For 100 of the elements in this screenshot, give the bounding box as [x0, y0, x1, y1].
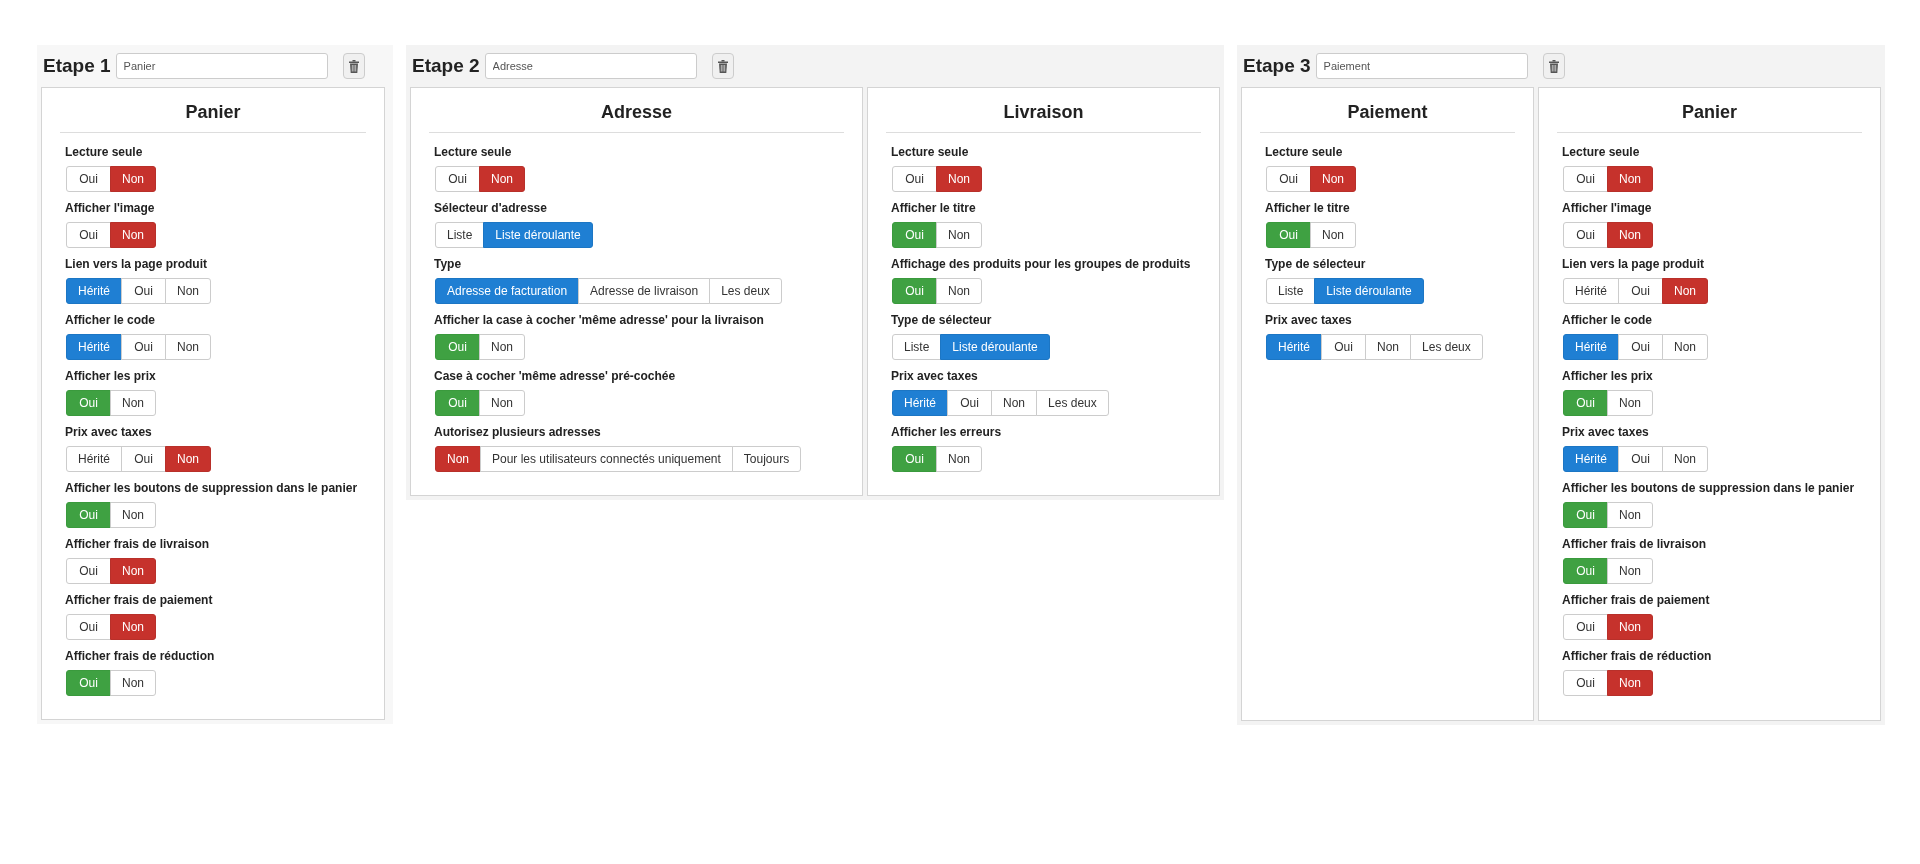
option-button[interactable]: Hérité	[892, 390, 948, 416]
step-label: Etape 1	[43, 55, 111, 77]
option-button[interactable]: Oui	[66, 166, 111, 192]
option-button[interactable]: Non	[110, 502, 156, 528]
setting-label: Type de sélecteur	[1265, 257, 1367, 272]
option-button[interactable]: Non	[435, 446, 481, 472]
option-button[interactable]: Oui	[121, 446, 166, 472]
option-button[interactable]: Non	[1662, 446, 1709, 472]
option-button[interactable]: Non	[1607, 166, 1653, 192]
setting-label: Afficher les boutons de suppression dans le panier	[1562, 481, 1856, 496]
option-button[interactable]: Non	[1607, 502, 1653, 528]
option-button[interactable]: Non	[1310, 222, 1356, 248]
option-button[interactable]: Oui	[1563, 222, 1608, 248]
option-button[interactable]: Non	[1607, 670, 1653, 696]
option-button[interactable]: Hérité	[1563, 446, 1619, 472]
delete-button[interactable]	[1542, 53, 1565, 79]
option-button[interactable]: Oui	[947, 390, 992, 416]
option-button[interactable]: Non	[936, 446, 982, 472]
option-button[interactable]: Non	[936, 222, 982, 248]
setting-label: Afficher les prix	[1562, 369, 1654, 384]
option-button[interactable]: Hérité	[1563, 334, 1619, 360]
option-button[interactable]: Oui	[892, 166, 937, 192]
setting-label: Afficher les boutons de suppression dans le panier	[65, 481, 359, 496]
option-button[interactable]: Oui	[1618, 334, 1663, 360]
setting-label: Lecture seule	[65, 145, 144, 160]
option-button[interactable]: Adresse de livraison	[578, 278, 711, 304]
option-button[interactable]: Oui	[121, 278, 166, 304]
option-button[interactable]: Adresse de facturation	[435, 278, 580, 304]
card-title: Paiement	[1346, 101, 1429, 124]
option-button[interactable]: Non	[479, 334, 525, 360]
option-button[interactable]: Non	[165, 446, 212, 472]
option-button[interactable]: Liste	[892, 334, 942, 360]
delete-button[interactable]	[711, 53, 734, 79]
setting-label: Afficher frais de livraison	[65, 537, 211, 552]
option-button[interactable]: Non	[165, 334, 212, 360]
option-button[interactable]: Oui	[435, 166, 480, 192]
option-button[interactable]: Oui	[66, 558, 111, 584]
option-button[interactable]: Non	[479, 166, 525, 192]
option-button[interactable]: Oui	[1266, 166, 1311, 192]
option-button[interactable]: Hérité	[1563, 278, 1619, 304]
option-button[interactable]: Hérité	[66, 278, 122, 304]
option-button[interactable]: Hérité	[1266, 334, 1322, 360]
setting-label: Type	[434, 257, 463, 272]
option-button[interactable]: Les deux	[1410, 334, 1483, 360]
option-button[interactable]: Non	[1607, 558, 1653, 584]
option-button[interactable]: Non	[936, 278, 982, 304]
option-button[interactable]: Non	[110, 614, 156, 640]
option-button[interactable]: Non	[110, 166, 156, 192]
option-button[interactable]: Hérité	[66, 334, 122, 360]
step-name-field[interactable]: Panier	[115, 53, 328, 79]
option-button[interactable]: Les deux	[1036, 390, 1109, 416]
trash-icon	[1548, 59, 1559, 73]
card-title: Panier	[1681, 101, 1738, 124]
option-button[interactable]: Non	[1662, 278, 1709, 304]
option-button[interactable]: Non	[1310, 166, 1356, 192]
option-button[interactable]: Oui	[66, 614, 111, 640]
option-button[interactable]: Liste déroulante	[483, 222, 593, 248]
trash-icon	[717, 59, 728, 73]
setting-label: Afficher le code	[65, 313, 157, 328]
option-button[interactable]: Oui	[1618, 446, 1663, 472]
option-button[interactable]: Non	[110, 390, 156, 416]
step-name-field[interactable]: Adresse	[484, 53, 697, 79]
setting-label: Lecture seule	[1265, 145, 1344, 160]
card-title: Panier	[184, 101, 242, 124]
setting-label: Afficher le code	[1562, 313, 1654, 328]
setting-label: Autorisez plusieurs adresses	[434, 425, 602, 440]
setting-label: Case à cocher 'même adresse' pré-cochée	[434, 369, 677, 384]
option-button[interactable]: Non	[1365, 334, 1412, 360]
option-button[interactable]: Non	[110, 558, 156, 584]
option-button[interactable]: Oui	[1321, 334, 1366, 360]
option-button[interactable]: Non	[110, 670, 156, 696]
setting-label: Afficher l'image	[65, 201, 156, 216]
option-button[interactable]: Non	[1607, 614, 1653, 640]
option-button[interactable]: Oui	[66, 222, 111, 248]
delete-button[interactable]	[342, 53, 365, 79]
setting-label: Prix avec taxes	[891, 369, 979, 384]
option-button[interactable]: Oui	[1563, 670, 1608, 696]
option-button[interactable]: Liste déroulante	[940, 334, 1050, 360]
option-button[interactable]: Non	[1662, 334, 1709, 360]
option-button[interactable]: Non	[1607, 222, 1653, 248]
option-button[interactable]: Non	[110, 222, 156, 248]
option-button[interactable]: Pour les utilisateurs connectés uniquement	[480, 446, 733, 472]
option-button[interactable]: Liste déroulante	[1314, 278, 1424, 304]
option-button[interactable]: Oui	[1618, 278, 1663, 304]
option-button[interactable]: Liste	[1266, 278, 1316, 304]
option-button[interactable]: Non	[479, 390, 525, 416]
setting-label: Afficher l'image	[1562, 201, 1653, 216]
option-button[interactable]: Oui	[1563, 614, 1608, 640]
option-button[interactable]: Les deux	[709, 278, 782, 304]
setting-label: Afficher frais de paiement	[65, 593, 214, 608]
option-button[interactable]: Oui	[121, 334, 166, 360]
option-button[interactable]: Non	[936, 166, 982, 192]
option-button[interactable]: Liste	[435, 222, 485, 248]
option-button[interactable]: Toujours	[731, 446, 802, 472]
step-name-field[interactable]: Paiement	[1315, 53, 1528, 79]
option-button[interactable]: Hérité	[66, 446, 122, 472]
option-button[interactable]: Non	[991, 390, 1038, 416]
option-button[interactable]: Non	[165, 278, 212, 304]
option-button[interactable]: Non	[1607, 390, 1653, 416]
option-button[interactable]: Oui	[1563, 166, 1608, 192]
